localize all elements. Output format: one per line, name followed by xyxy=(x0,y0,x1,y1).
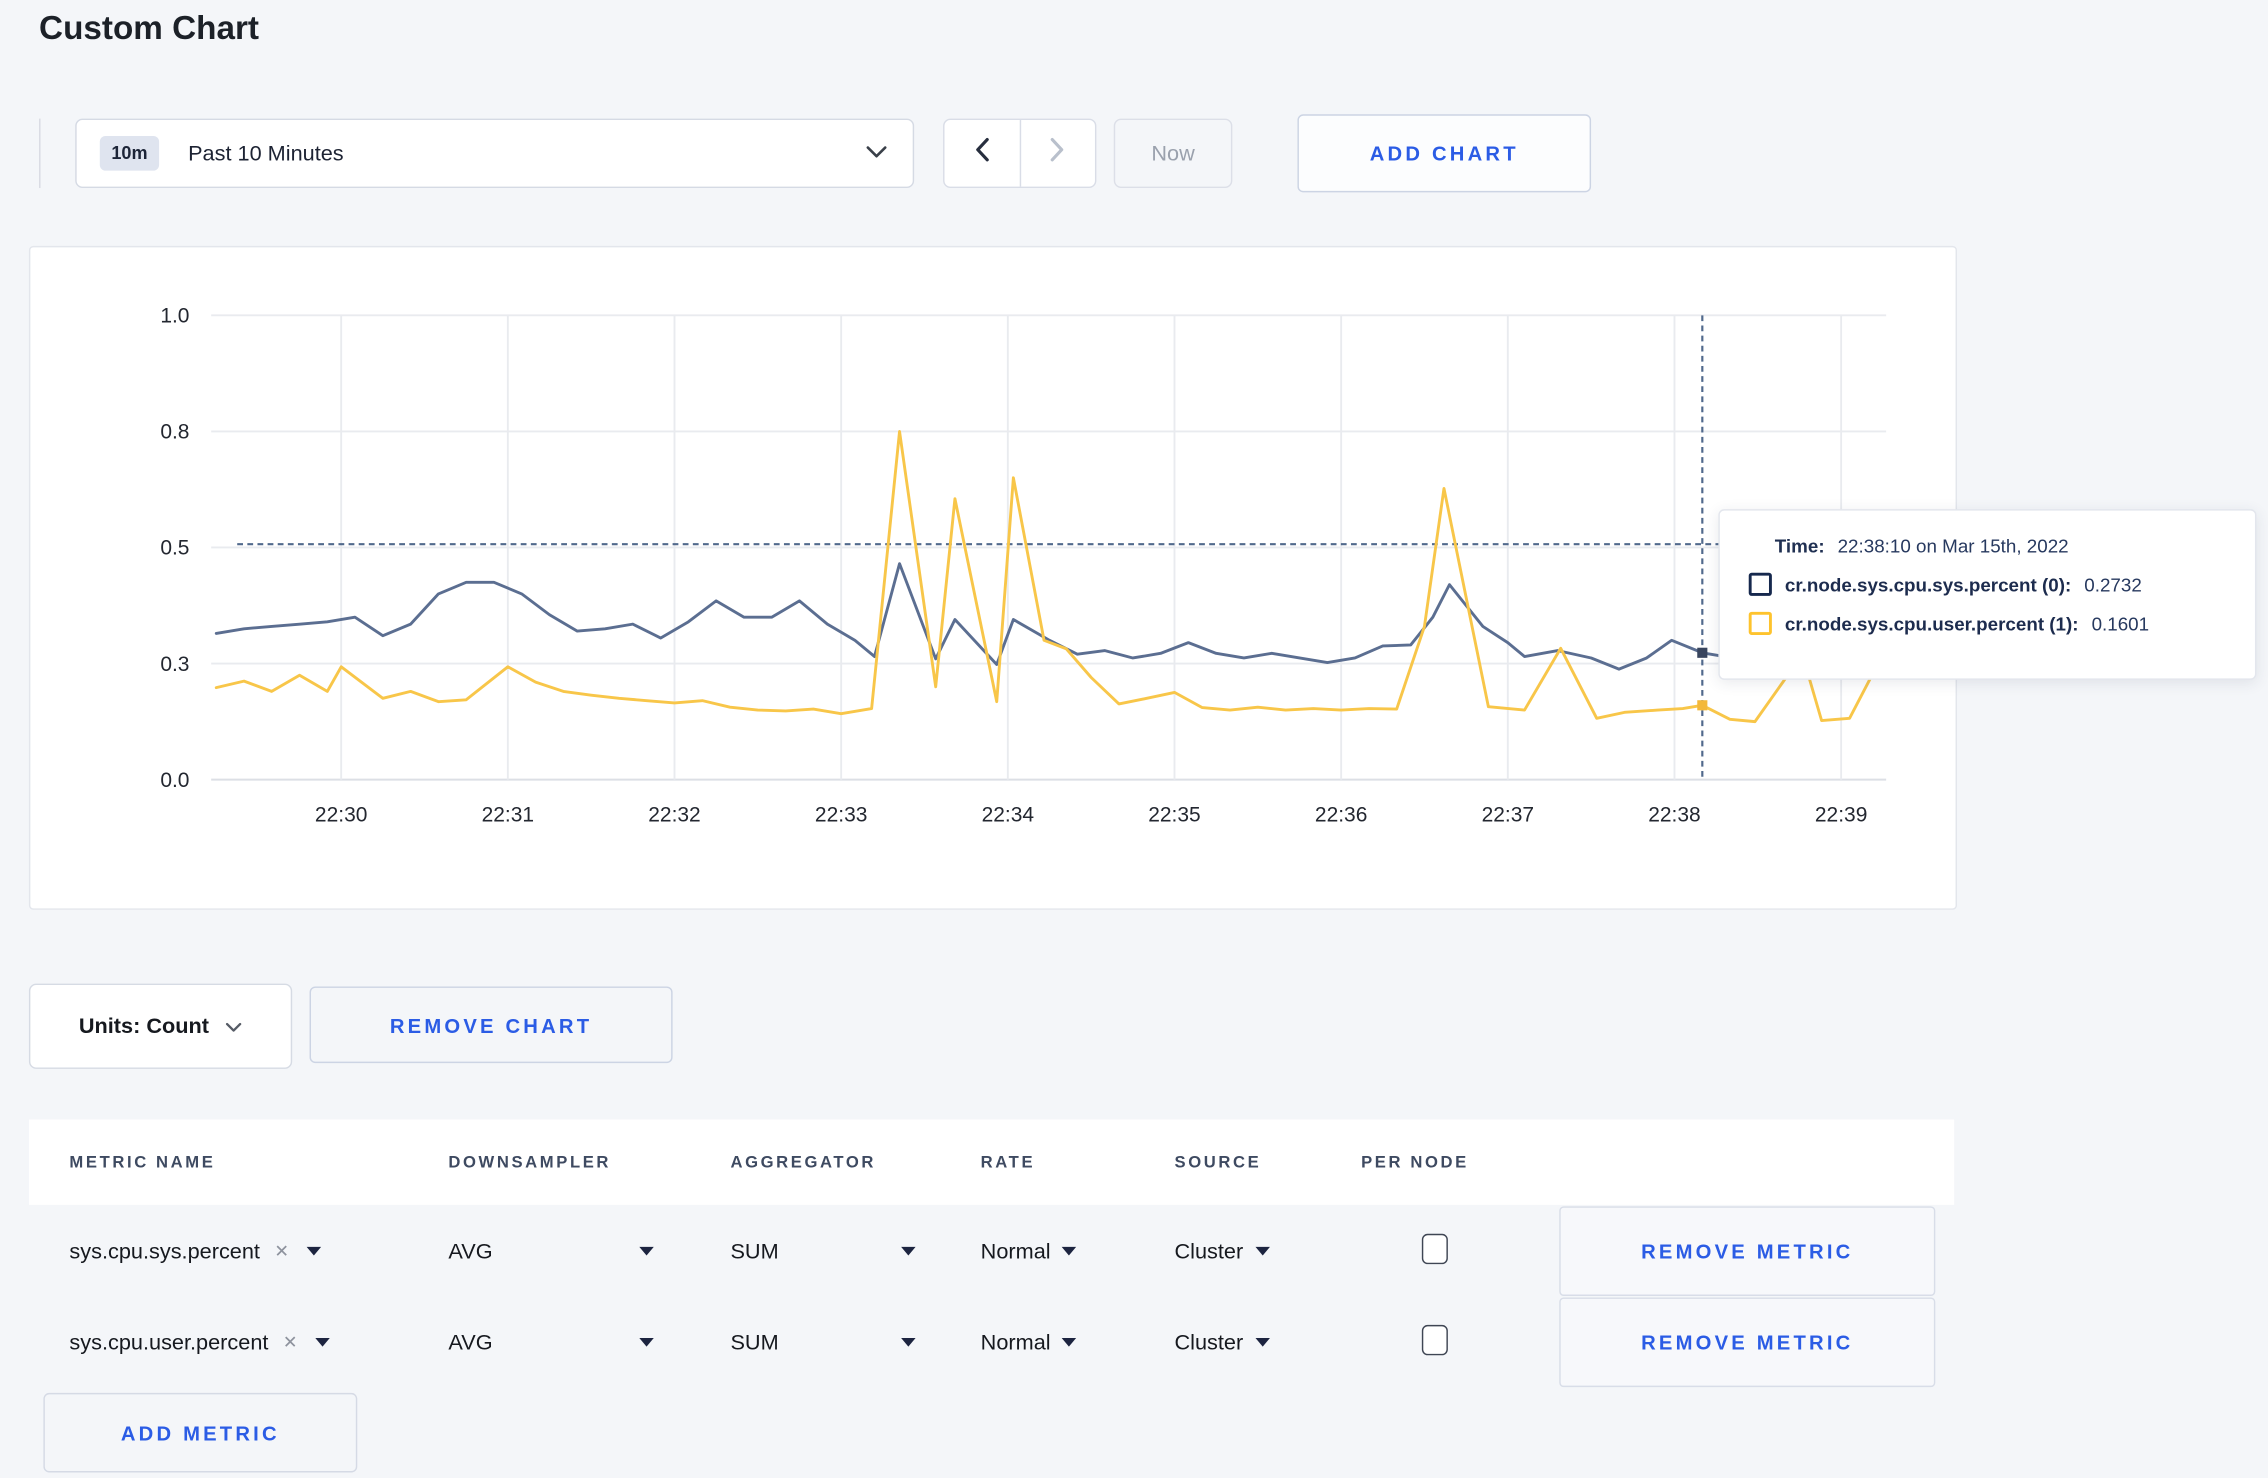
dropdown-arrow-icon xyxy=(639,1337,654,1347)
toolbar-divider xyxy=(39,118,41,189)
metrics-table-header: METRIC NAME DOWNSAMPLER AGGREGATOR RATE … xyxy=(28,1119,1955,1205)
now-button[interactable]: Now xyxy=(1113,118,1233,189)
x-tick-label: 22:33 xyxy=(815,804,867,827)
dropdown-arrow-icon xyxy=(639,1246,654,1256)
tooltip-series-value: 0.2732 xyxy=(2084,573,2142,596)
add-metric-button[interactable]: ADD METRIC xyxy=(43,1392,358,1473)
page-title: Custom Chart xyxy=(39,8,260,47)
tooltip-time-value: 22:38:10 on Mar 15th, 2022 xyxy=(1837,535,2069,557)
tooltip-series-label: cr.node.sys.cpu.user.percent (1): xyxy=(1784,612,2079,635)
close-icon[interactable]: ✕ xyxy=(283,1332,298,1352)
dropdown-arrow-icon xyxy=(1062,1246,1077,1256)
time-range-badge: 10m xyxy=(99,135,160,171)
tooltip-series-row: cr.node.sys.cpu.sys.percent (0): 0.2732 xyxy=(1748,572,2255,596)
header-metric-name: METRIC NAME xyxy=(69,1153,216,1171)
dropdown-arrow-icon xyxy=(1062,1337,1077,1347)
aggregator-select[interactable]: SUM xyxy=(730,1239,916,1263)
time-range-select[interactable]: 10m Past 10 Minutes xyxy=(75,118,915,189)
time-window-nav xyxy=(943,118,1097,189)
x-tick-label: 22:31 xyxy=(482,804,534,827)
downsampler-select[interactable]: AVG xyxy=(448,1239,654,1263)
x-tick-label: 22:34 xyxy=(982,804,1035,827)
tooltip-time-label: Time: xyxy=(1774,535,1825,557)
chevron-left-icon xyxy=(975,137,989,169)
units-select[interactable]: Units: Count xyxy=(28,983,293,1069)
source-select[interactable]: Cluster xyxy=(1175,1239,1270,1263)
dropdown-arrow-icon xyxy=(901,1337,916,1347)
crosshair-dot xyxy=(1697,700,1708,711)
metric-name-select[interactable]: sys.cpu.user.percent ✕ xyxy=(69,1330,330,1355)
x-tick-label: 22:30 xyxy=(315,804,367,827)
next-window-button[interactable] xyxy=(1020,120,1094,187)
units-label: Units: Count xyxy=(78,1013,209,1039)
series-line xyxy=(214,430,1876,724)
dropdown-arrow-icon xyxy=(1254,1337,1270,1347)
per-node-checkbox[interactable] xyxy=(1421,1324,1448,1355)
remove-metric-button[interactable]: REMOVE METRIC xyxy=(1559,1206,1936,1297)
tooltip-series-row: cr.node.sys.cpu.user.percent (1): 0.1601 xyxy=(1748,611,2255,635)
prev-window-button[interactable] xyxy=(945,120,1021,187)
aggregator-select[interactable]: SUM xyxy=(730,1330,916,1355)
tooltip-series-label: cr.node.sys.cpu.sys.percent (0): xyxy=(1784,573,2072,596)
tooltip-series-value: 0.1601 xyxy=(2091,612,2150,635)
downsampler-select[interactable]: AVG xyxy=(448,1330,654,1355)
rate-select[interactable]: Normal xyxy=(981,1239,1077,1263)
x-tick-label: 22:38 xyxy=(1648,804,1700,827)
chart-tooltip: Time: 22:38:10 on Mar 15th, 2022 cr.node.… xyxy=(1718,509,2257,680)
metric-row: sys.cpu.sys.percent ✕ AVG SUM Normal Cluster R… xyxy=(29,1206,1954,1297)
chart-card: 0.0 0.3 0.5 0.8 1.0 22:30 22:31 22:32 22:33 22:34… xyxy=(28,245,1958,910)
crosshair-dot xyxy=(1697,647,1708,658)
y-tick-label: 0.3 xyxy=(160,653,189,676)
line-chart[interactable]: 0.0 0.3 0.5 0.8 1.0 22:30 22:31 22:32 22:33 22:34… xyxy=(30,247,1955,908)
series-line xyxy=(214,562,1876,671)
chevron-down-icon xyxy=(866,140,887,166)
dropdown-arrow-icon xyxy=(314,1337,330,1347)
y-tick-label: 1.0 xyxy=(160,305,189,328)
x-tick-label: 22:39 xyxy=(1815,804,1867,827)
y-tick-label: 0.8 xyxy=(160,421,189,444)
tooltip-time: Time: 22:38:10 on Mar 15th, 2022 xyxy=(1775,535,2255,557)
metric-name-select[interactable]: sys.cpu.sys.percent ✕ xyxy=(69,1239,321,1263)
remove-chart-button[interactable]: REMOVE CHART xyxy=(309,986,673,1064)
header-per-node: PER NODE xyxy=(1361,1153,1469,1171)
remove-metric-button[interactable]: REMOVE METRIC xyxy=(1559,1297,1936,1388)
dropdown-arrow-icon xyxy=(306,1246,321,1256)
time-range-label: Past 10 Minutes xyxy=(188,141,344,166)
x-tick-label: 22:37 xyxy=(1482,804,1534,827)
chevron-down-icon xyxy=(226,1013,242,1039)
y-tick-label: 0.0 xyxy=(160,769,189,792)
source-select[interactable]: Cluster xyxy=(1175,1330,1270,1355)
header-rate: RATE xyxy=(980,1153,1036,1171)
rate-select[interactable]: Normal xyxy=(981,1330,1077,1355)
close-icon[interactable]: ✕ xyxy=(274,1241,289,1261)
chevron-right-icon xyxy=(1050,137,1064,169)
header-source: SOURCE xyxy=(1174,1153,1262,1171)
per-node-checkbox[interactable] xyxy=(1421,1233,1448,1264)
series-swatch-sys xyxy=(1748,572,1772,596)
x-tick-label: 22:36 xyxy=(1315,804,1367,827)
y-tick-label: 0.5 xyxy=(160,537,189,560)
header-downsampler: DOWNSAMPLER xyxy=(448,1153,612,1171)
add-chart-button[interactable]: ADD CHART xyxy=(1297,114,1592,193)
header-aggregator: AGGREGATOR xyxy=(730,1153,877,1171)
x-tick-label: 22:32 xyxy=(648,804,700,827)
x-tick-label: 22:35 xyxy=(1148,804,1200,827)
metric-row: sys.cpu.user.percent ✕ AVG SUM Normal Cluster… xyxy=(29,1297,1954,1388)
metrics-table: METRIC NAME DOWNSAMPLER AGGREGATOR RATE … xyxy=(28,1119,1955,1473)
dropdown-arrow-icon xyxy=(1254,1246,1270,1256)
dropdown-arrow-icon xyxy=(901,1246,916,1256)
series-swatch-user xyxy=(1748,611,1772,635)
custom-chart-page: Custom Chart 10m Past 10 Minutes Now ADD… xyxy=(0,0,2268,1478)
